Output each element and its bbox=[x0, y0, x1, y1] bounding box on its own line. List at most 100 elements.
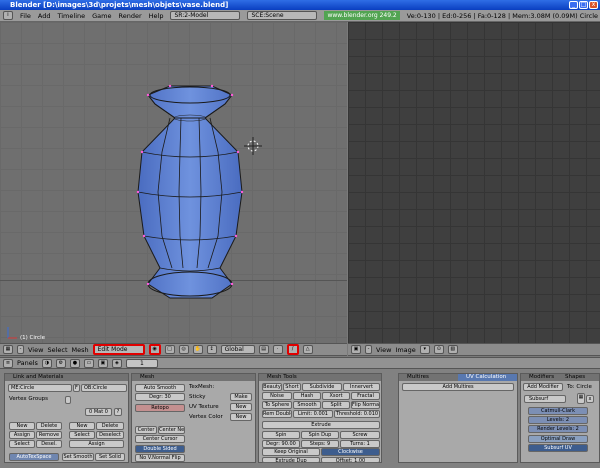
tab-shapes[interactable]: Shapes bbox=[563, 374, 599, 381]
image-pin-icon[interactable]: ⊙ bbox=[433, 345, 444, 354]
buttons-editor-icon[interactable]: ≡ bbox=[3, 358, 13, 368]
image-editor-type-icon[interactable]: ▣ bbox=[351, 345, 361, 354]
fake-user-button[interactable]: F bbox=[73, 384, 80, 392]
vgroup-delete-button[interactable]: Delete bbox=[36, 422, 62, 430]
offset-field[interactable]: Offset: 1.00 bbox=[321, 457, 380, 463]
image-menu-image[interactable]: Image bbox=[395, 346, 415, 354]
subsurf-uv-toggle[interactable]: Subsurf UV bbox=[528, 444, 588, 452]
threshold-field[interactable]: Threshold: 0.010 bbox=[334, 410, 380, 418]
image-mode-icon[interactable]: ▧ bbox=[447, 345, 458, 354]
short-toggle[interactable]: Short bbox=[283, 383, 301, 391]
add-multires-button[interactable]: Add Multires bbox=[402, 383, 514, 391]
spin-dup-button[interactable]: Spin Dup bbox=[301, 431, 339, 439]
smooth-button[interactable]: Smooth bbox=[293, 401, 321, 409]
menu-view[interactable]: View bbox=[28, 346, 43, 354]
spin-button[interactable]: Spin bbox=[262, 431, 300, 439]
innervert-button[interactable]: Innervert bbox=[343, 383, 380, 391]
rem-double-button[interactable]: Rem Double bbox=[262, 410, 292, 418]
edge-select-icon[interactable]: / bbox=[286, 344, 299, 355]
menu-select[interactable]: Select bbox=[47, 346, 67, 354]
center-cursor-button[interactable]: Center Cursor bbox=[135, 435, 185, 443]
xsort-button[interactable]: Xsort bbox=[322, 392, 350, 400]
maximize-icon[interactable]: □ bbox=[579, 1, 588, 9]
panel-scene-icon[interactable]: ◈ bbox=[111, 358, 122, 368]
steps-field[interactable]: Steps: 9 bbox=[301, 440, 339, 448]
material-help-button[interactable]: ? bbox=[114, 408, 122, 416]
uv-image-editor[interactable] bbox=[348, 22, 600, 343]
camera-icon[interactable]: ◎ bbox=[178, 345, 189, 354]
vgroup-assign-button[interactable]: Assign bbox=[9, 431, 35, 439]
render-levels-field[interactable]: Render Levels: 2 bbox=[528, 425, 588, 433]
draw-type-icon[interactable]: ◉ bbox=[148, 344, 161, 355]
browse-image-icon[interactable]: ▾ bbox=[419, 345, 430, 354]
extrude-button[interactable]: Extrude bbox=[262, 421, 380, 429]
screw-button[interactable]: Screw bbox=[340, 431, 380, 439]
vgroup-select-button[interactable]: Select bbox=[9, 440, 35, 448]
modifier-close-icon[interactable]: x bbox=[586, 395, 594, 403]
to-sphere-button[interactable]: To Sphere bbox=[262, 401, 292, 409]
vertex-select-icon[interactable]: · bbox=[272, 345, 283, 354]
beauty-toggle[interactable]: Beauty bbox=[262, 383, 282, 391]
menu-mesh[interactable]: Mesh bbox=[72, 346, 89, 354]
levels-field[interactable]: Levels: 2 bbox=[528, 416, 588, 424]
3d-viewport[interactable]: (1) Circle bbox=[0, 22, 347, 343]
menu-add[interactable]: Add bbox=[38, 12, 51, 20]
vgroup-remove-button[interactable]: Remove bbox=[36, 431, 62, 439]
info-icon[interactable]: i bbox=[3, 11, 13, 20]
keep-original-toggle[interactable]: Keep Original bbox=[262, 448, 320, 456]
panel-script-icon[interactable]: ⚙ bbox=[55, 358, 66, 368]
flip-normals-button[interactable]: Flip Normals bbox=[351, 401, 380, 409]
center-button[interactable]: Center bbox=[135, 426, 157, 434]
orientation-select[interactable]: Global bbox=[220, 345, 255, 354]
vertex-color-new-button[interactable]: New bbox=[230, 413, 252, 421]
optimal-draw-toggle[interactable]: Optimal Draw bbox=[528, 435, 588, 443]
panel-editing-icon[interactable]: ▣ bbox=[97, 358, 108, 368]
tab-uv-calculation[interactable]: UV Calculation bbox=[458, 374, 517, 381]
split-button[interactable]: Split bbox=[322, 401, 350, 409]
scene-select[interactable]: SCE:Scene bbox=[247, 11, 318, 20]
panel-shading-icon[interactable]: ● bbox=[69, 358, 80, 368]
screen-select[interactable]: SR:2-Model bbox=[170, 11, 241, 20]
image-menu-view[interactable]: View bbox=[376, 346, 391, 354]
layer-icon[interactable]: ▤ bbox=[258, 345, 269, 354]
extrude-dup-button[interactable]: Extrude Dup bbox=[262, 457, 320, 463]
set-solid-button[interactable]: Set Solid bbox=[95, 453, 125, 461]
no-vnormal-flip-toggle[interactable]: No V.Normal Flip bbox=[135, 454, 185, 462]
close-icon[interactable]: x bbox=[589, 1, 598, 9]
material-deselect-button[interactable]: Deselect bbox=[96, 431, 124, 439]
material-assign-button[interactable]: Assign bbox=[69, 440, 124, 448]
center-new-button[interactable]: Center New bbox=[158, 426, 185, 434]
tab-modifiers[interactable]: Modifiers bbox=[521, 374, 563, 381]
hand-icon[interactable]: ✋ bbox=[192, 345, 203, 354]
panel-logic-icon[interactable]: ◑ bbox=[41, 358, 52, 368]
subdivision-type-select[interactable]: Catmull-Clark bbox=[528, 407, 588, 415]
fractal-button[interactable]: Fractal bbox=[351, 392, 380, 400]
hash-button[interactable]: Hash bbox=[293, 392, 321, 400]
panel-object-icon[interactable]: ▭ bbox=[83, 358, 94, 368]
retopo-toggle[interactable]: Retopo bbox=[135, 404, 185, 412]
turns-field[interactable]: Turns: 1 bbox=[340, 440, 380, 448]
face-select-icon[interactable]: △ bbox=[302, 345, 313, 354]
collapse-icon[interactable]: - bbox=[17, 345, 24, 354]
material-delete-button[interactable]: Delete bbox=[96, 422, 124, 430]
modifier-cage-icon[interactable]: ▦ bbox=[577, 393, 585, 404]
menu-help[interactable]: Help bbox=[149, 12, 164, 20]
spin-degree-field[interactable]: Degr: 90.00 bbox=[262, 440, 300, 448]
limit-field[interactable]: Limit: 0.001 bbox=[293, 410, 333, 418]
sticky-make-button[interactable]: Make bbox=[230, 393, 252, 401]
auto-smooth-toggle[interactable]: Auto Smooth bbox=[135, 384, 185, 392]
uv-texture-new-button[interactable]: New bbox=[230, 403, 252, 411]
menu-timeline[interactable]: Timeline bbox=[57, 12, 85, 20]
mesh-name-field[interactable]: ME:Circle bbox=[8, 384, 72, 392]
vgroup-desel-button[interactable]: Desel. bbox=[36, 440, 62, 448]
menu-game[interactable]: Game bbox=[92, 12, 111, 20]
modifier-name-field[interactable]: Subsurf bbox=[524, 395, 566, 403]
set-smooth-button[interactable]: Set Smooth bbox=[62, 453, 94, 461]
auto-smooth-degree[interactable]: Degr: 30 bbox=[135, 393, 185, 401]
minimize-icon[interactable]: _ bbox=[569, 1, 578, 9]
image-collapse-icon[interactable]: - bbox=[365, 345, 372, 354]
noise-button[interactable]: Noise bbox=[262, 392, 292, 400]
vgroup-new-button[interactable]: New bbox=[9, 422, 35, 430]
tab-multires[interactable]: Multires bbox=[399, 374, 458, 381]
mode-select[interactable]: Edit Mode bbox=[92, 344, 145, 355]
